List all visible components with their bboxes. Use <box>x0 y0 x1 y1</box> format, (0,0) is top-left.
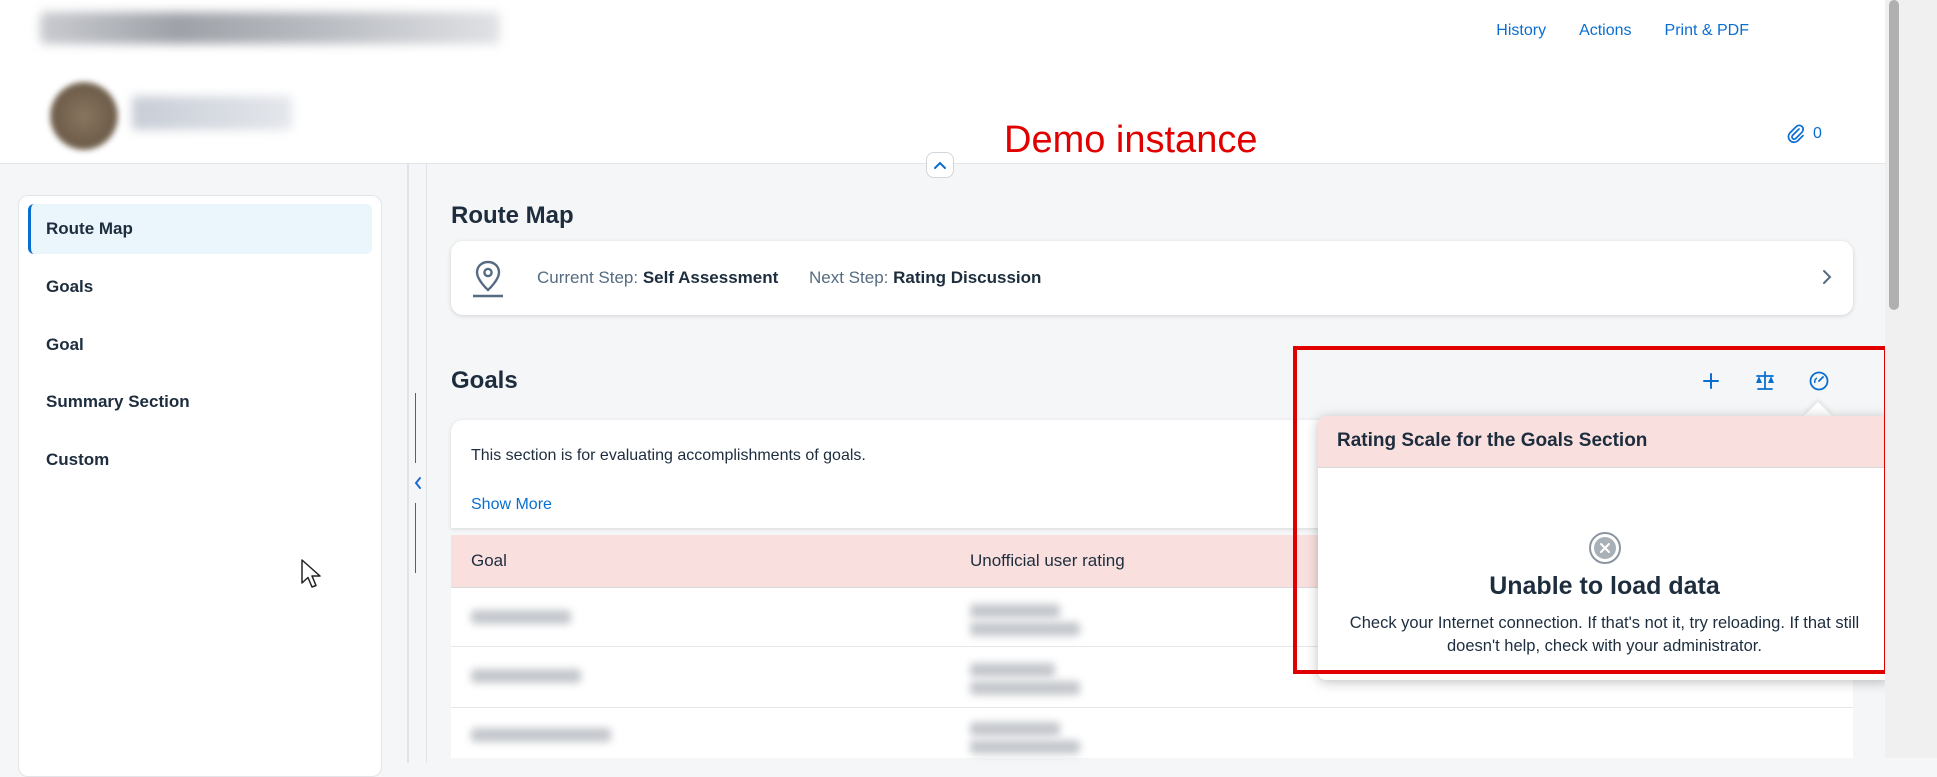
goals-toolbar <box>1700 370 1830 392</box>
nav-item-custom[interactable]: Custom <box>28 435 372 485</box>
blurred-cell <box>970 663 1055 677</box>
blurred-cell <box>970 722 1060 736</box>
sidebar-toggle[interactable] <box>408 393 428 573</box>
route-map-card[interactable]: Current Step: Self Assessment Next Step:… <box>451 241 1853 315</box>
chevron-up-icon <box>934 161 946 169</box>
blurred-employee-name <box>132 96 292 130</box>
nav-item-summary-section[interactable]: Summary Section <box>28 377 372 427</box>
route-map-title: Route Map <box>451 202 574 229</box>
nav-item-label: Summary Section <box>46 392 190 411</box>
goals-title: Goals <box>451 367 518 394</box>
nav-item-goal[interactable]: Goal <box>28 320 372 370</box>
header-actions: History Actions Print & PDF <box>1496 22 1749 40</box>
goals-description: This section is for evaluating accomplis… <box>471 447 866 464</box>
blurred-cell <box>471 669 581 683</box>
blurred-cell <box>970 604 1060 618</box>
add-icon <box>1703 373 1719 389</box>
gauge-icon <box>1809 371 1829 391</box>
page-header: History Actions Print & PDF 0 <box>0 0 1885 164</box>
history-link[interactable]: History <box>1496 22 1546 40</box>
next-step-value: Rating Discussion <box>893 268 1042 287</box>
content-divider <box>426 163 427 763</box>
nav-item-label: Route Map <box>46 219 133 238</box>
error-icon <box>1589 532 1621 564</box>
rating-scale-button[interactable] <box>1808 370 1830 392</box>
blurred-cell <box>970 740 1080 754</box>
chevron-left-icon <box>414 477 421 489</box>
nav-item-route-map[interactable]: Route Map <box>28 204 372 254</box>
demo-instance-label: Demo instance <box>1004 119 1258 161</box>
current-step: Current Step: Self Assessment <box>537 268 778 288</box>
section-nav: Route Map Goals Goal Summary Section Cus… <box>18 195 382 777</box>
rating-scale-popover: Rating Scale for the Goals Section Unabl… <box>1318 416 1891 680</box>
blurred-cell <box>471 728 611 742</box>
paperclip-icon <box>1787 124 1805 144</box>
actions-link[interactable]: Actions <box>1579 22 1631 40</box>
mouse-cursor-icon <box>301 559 321 588</box>
table-row[interactable] <box>451 708 1853 758</box>
attachment-count: 0 <box>1813 125 1822 142</box>
column-header-goal[interactable]: Goal <box>471 551 507 571</box>
popover-title: Rating Scale for the Goals Section <box>1318 416 1891 468</box>
next-step-label: Next Step: <box>809 268 889 287</box>
chevron-right-icon <box>1823 270 1832 284</box>
add-goal-button[interactable] <box>1700 370 1722 392</box>
blurred-cell <box>471 610 571 624</box>
collapse-header-button[interactable] <box>926 152 954 178</box>
error-message: Check your Internet connection. If that'… <box>1349 614 1860 655</box>
avatar <box>50 82 118 150</box>
nav-item-goals[interactable]: Goals <box>28 262 372 312</box>
column-header-unofficial-rating[interactable]: Unofficial user rating <box>970 551 1125 571</box>
print-pdf-link[interactable]: Print & PDF <box>1665 22 1749 40</box>
nav-item-label: Goals <box>46 277 94 296</box>
balance-scale-icon <box>1756 371 1774 390</box>
current-step-value: Self Assessment <box>642 268 779 287</box>
blurred-cell <box>970 622 1080 636</box>
attachments-button[interactable]: 0 <box>1787 124 1822 144</box>
scrollbar-thumb[interactable] <box>1889 0 1899 310</box>
error-title: Unable to load data <box>1489 572 1720 600</box>
blurred-cell <box>970 681 1080 695</box>
show-more-link[interactable]: Show More <box>471 496 552 514</box>
nav-item-label: Goal <box>46 335 84 354</box>
map-pin-icon <box>473 260 503 298</box>
weighting-button[interactable] <box>1754 370 1776 392</box>
blurred-page-title <box>40 12 500 44</box>
current-step-label: Current Step: <box>537 268 639 287</box>
nav-item-label: Custom <box>46 450 110 469</box>
next-step: Next Step: Rating Discussion <box>809 268 1041 288</box>
